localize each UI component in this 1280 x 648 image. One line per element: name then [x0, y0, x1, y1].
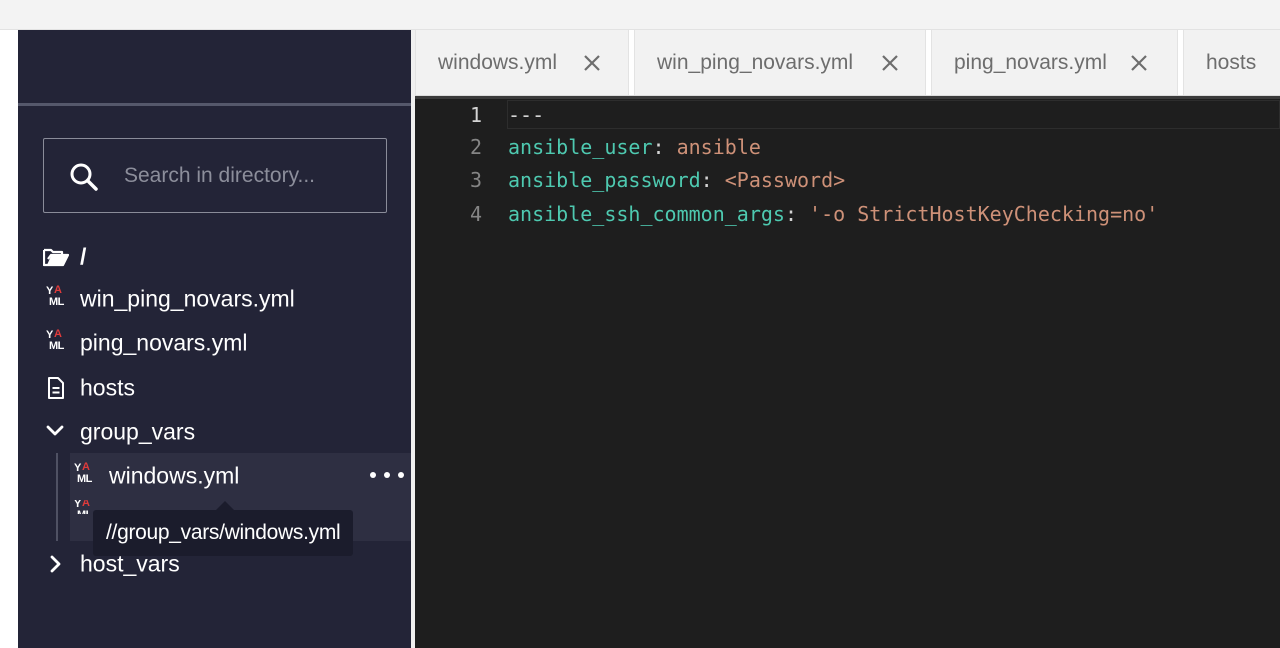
tree-item-label: windows.yml	[109, 462, 240, 489]
tree-item-label: hosts	[80, 374, 135, 401]
yaml-icon: YAML	[74, 500, 92, 514]
code-editor[interactable]: 1 --- 2 ansible_user: ansible 3 ansible_…	[415, 96, 1280, 648]
tree-folder-group-vars[interactable]: group_vars	[18, 412, 412, 452]
top-bar	[0, 0, 1280, 30]
tree-item-label: host_vars	[80, 550, 180, 577]
tree-root-label: /	[80, 243, 87, 270]
tree-item-label: win_ping_novars.yml	[80, 285, 295, 312]
left-strip	[0, 30, 18, 648]
editor-tab-bar: windows.yml win_ping_novars.yml ping_nov…	[415, 30, 1280, 96]
close-icon[interactable]	[582, 53, 602, 73]
close-icon[interactable]	[1129, 53, 1149, 73]
sidebar-header	[18, 30, 412, 103]
tab-ping-novars[interactable]: ping_novars.yml	[931, 30, 1178, 95]
line-number: 1	[469, 102, 482, 127]
code-line: 2 ansible_user: ansible	[415, 130, 1280, 163]
indent-guide	[56, 453, 58, 541]
chevron-down-icon[interactable]	[46, 425, 64, 437]
search-icon	[70, 163, 98, 191]
code-text: ansible_password: <Password>	[508, 167, 846, 192]
code-text: ansible_ssh_common_args: '-o StrictHostK…	[508, 201, 1159, 226]
search-input[interactable]	[124, 140, 379, 211]
tree-folder-host-vars[interactable]: host_vars	[18, 544, 412, 584]
yaml-value: ansible	[676, 134, 761, 159]
tree-item-ping-novars[interactable]: Y A ML ping_novars.yml	[18, 323, 412, 363]
folder-open-icon	[42, 247, 70, 267]
tree-item-label: group_vars	[80, 418, 196, 445]
file-text-icon	[47, 377, 65, 399]
tab-label: win_ping_novars.yml	[657, 50, 854, 74]
line-number: 4	[469, 201, 482, 226]
tree-item-label: ping_novars.yml	[80, 329, 248, 356]
code-line: 1 ---	[415, 98, 1280, 131]
line-number: 2	[469, 134, 482, 159]
tab-hosts[interactable]: hosts	[1183, 30, 1280, 95]
yaml-key: ansible_user	[508, 134, 653, 159]
tab-label: hosts	[1206, 50, 1257, 74]
file-explorer-sidebar: / YAML win_ping_novars.yml YAML ping_nov…	[18, 30, 412, 648]
tree-item-hosts[interactable]: hosts	[18, 368, 412, 408]
sidebar-separator	[18, 103, 412, 106]
tab-label: windows.yml	[438, 50, 558, 74]
tab-windows-yml[interactable]: windows.yml	[415, 30, 629, 95]
close-icon[interactable]	[880, 53, 900, 73]
tab-label: ping_novars.yml	[954, 50, 1107, 74]
yaml-value: <Password>	[724, 167, 846, 192]
code-text: ---	[508, 102, 545, 127]
code-line: 4 ansible_ssh_common_args: '-o StrictHos…	[415, 197, 1280, 230]
yaml-key: ansible_password	[508, 167, 701, 192]
directory-search[interactable]	[43, 138, 387, 213]
more-options-icon[interactable]	[370, 465, 404, 485]
chevron-right-icon[interactable]	[50, 555, 62, 573]
tab-win-ping-novars[interactable]: win_ping_novars.yml	[634, 30, 926, 95]
yaml-key: ansible_ssh_common_args	[508, 201, 785, 226]
tree-item-win-ping-novars[interactable]: Y A ML win_ping_novars.yml	[18, 279, 412, 319]
yaml-icon: YAML	[74, 461, 92, 485]
code-line: 3 ansible_password: <Password>	[415, 163, 1280, 196]
yaml-icon: YAML	[46, 328, 64, 352]
tree-item-windows-yml[interactable]: Y A ML windows.yml	[70, 456, 412, 496]
tooltip-arrow	[216, 501, 234, 510]
line-number: 3	[469, 167, 482, 192]
yaml-value: '-o StrictHostKeyChecking=no'	[809, 201, 1159, 226]
tree-root[interactable]: /	[18, 237, 412, 277]
yaml-icon: YAML	[46, 284, 64, 308]
code-text: ansible_user: ansible	[508, 134, 761, 159]
